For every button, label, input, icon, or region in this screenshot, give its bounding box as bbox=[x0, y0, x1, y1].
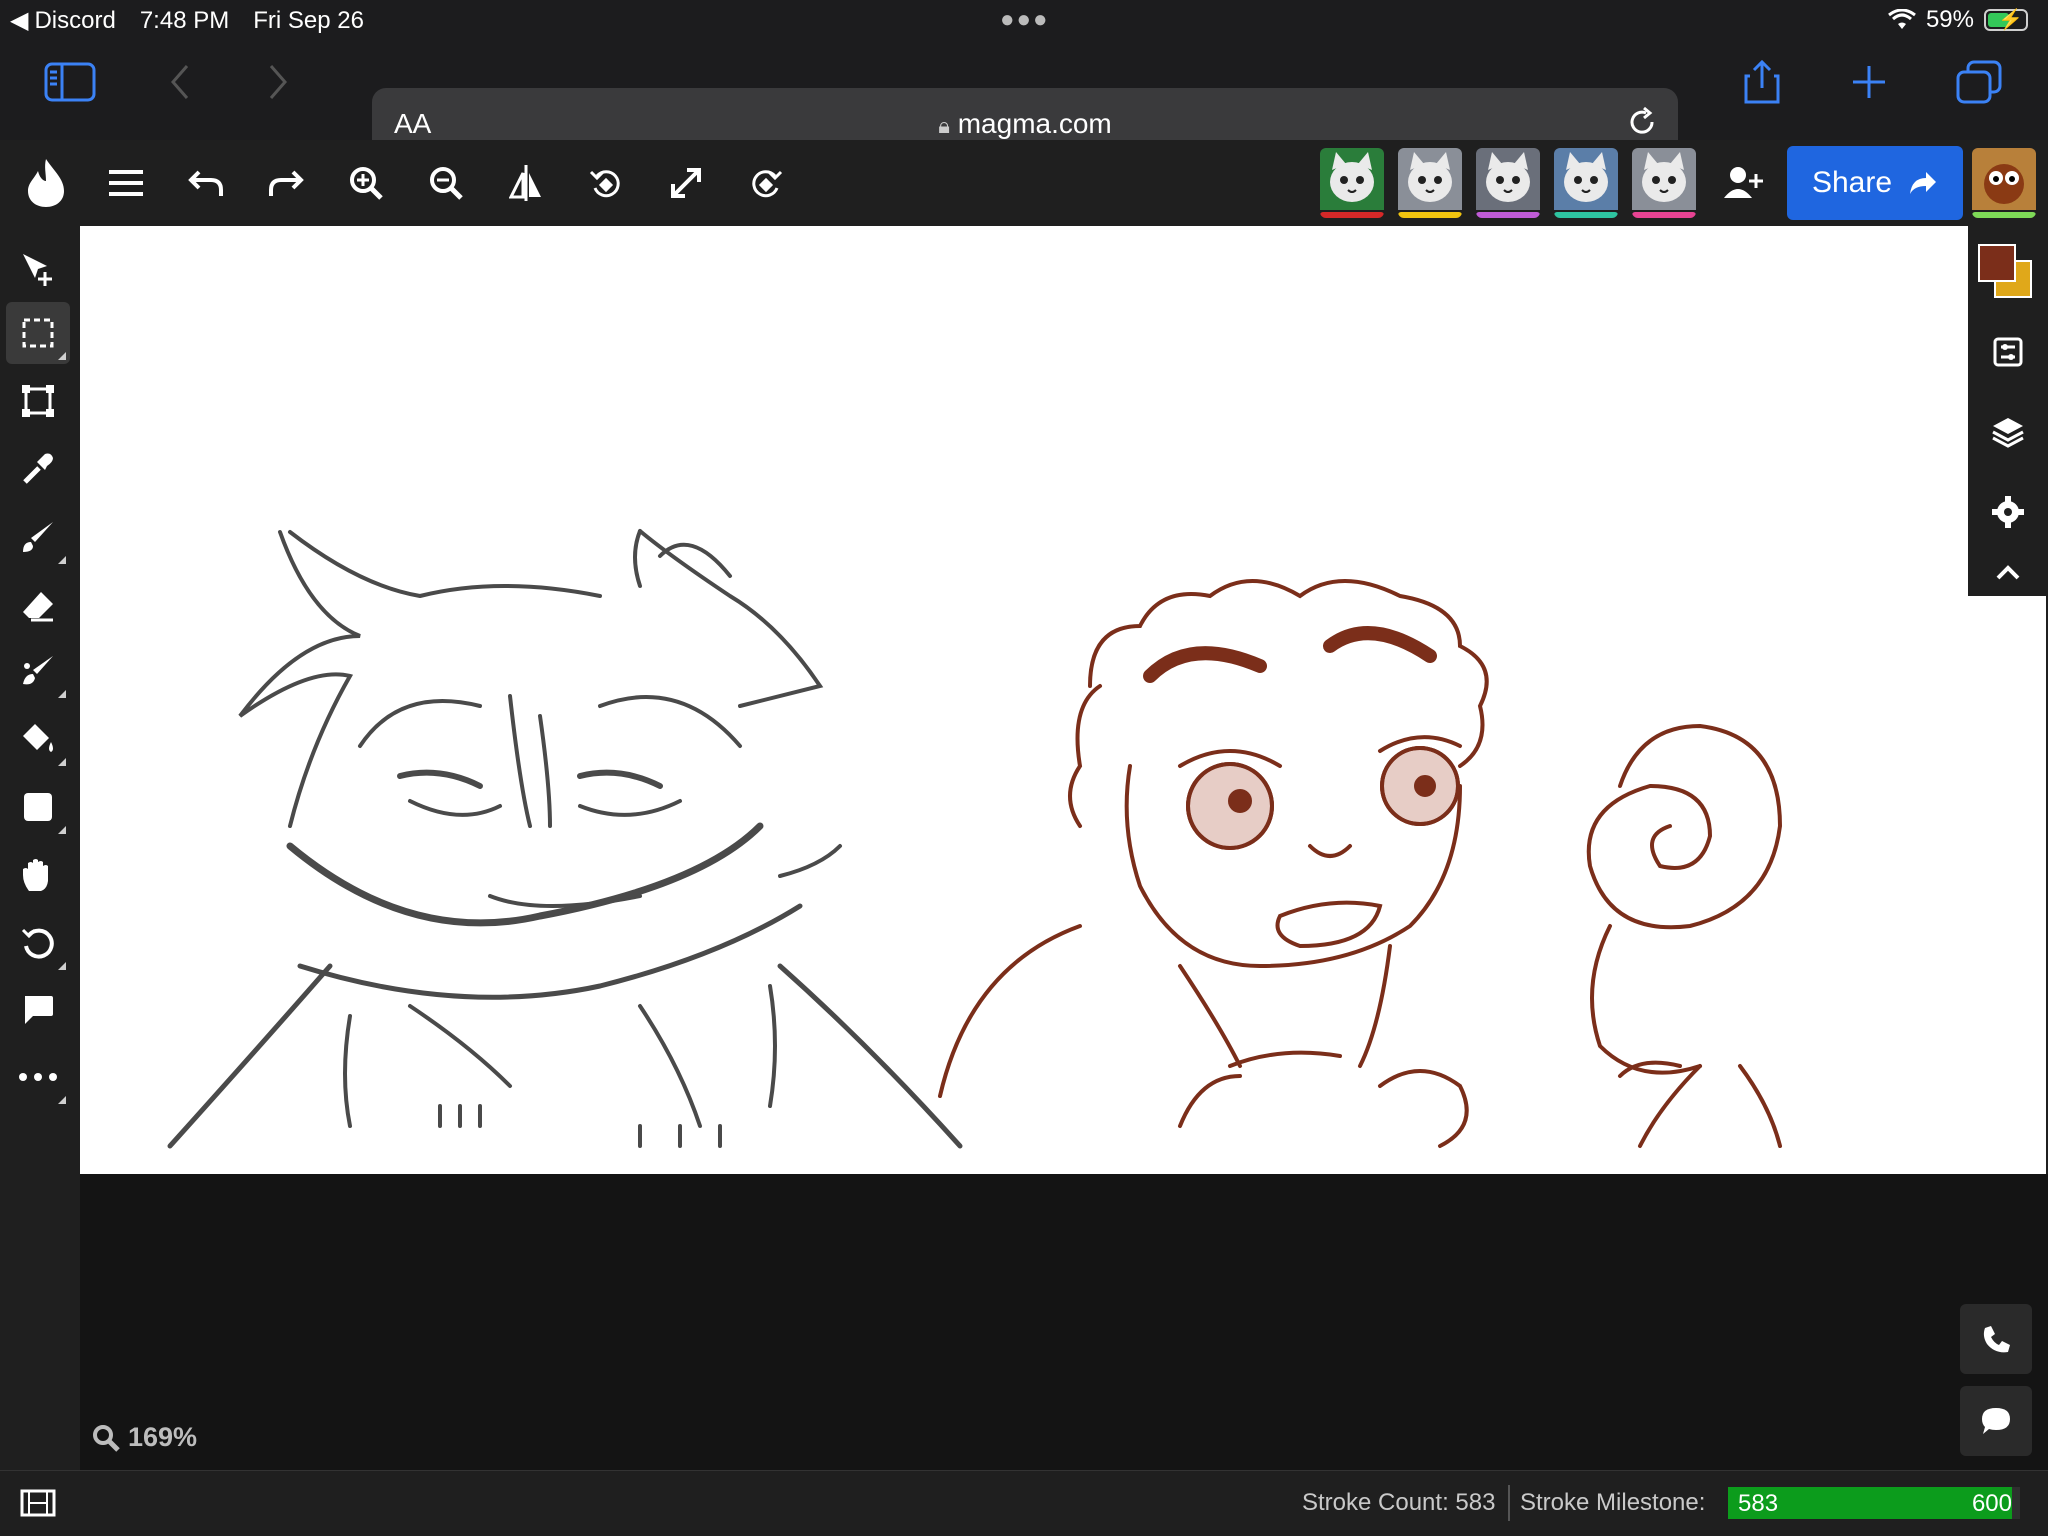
zoom-level[interactable]: 169% bbox=[92, 1422, 197, 1453]
move-tool-icon[interactable] bbox=[6, 238, 70, 300]
paint-bucket-tool-icon[interactable] bbox=[6, 708, 70, 770]
color-swatch[interactable] bbox=[1978, 244, 2034, 300]
history-tool-icon[interactable] bbox=[6, 912, 70, 974]
primary-color-swatch[interactable] bbox=[1978, 244, 2016, 282]
tabs-overview-icon[interactable] bbox=[1954, 60, 2004, 104]
my-avatar[interactable] bbox=[1972, 148, 2036, 218]
settings-gear-icon[interactable] bbox=[1978, 482, 2038, 542]
eyedropper-tool-icon[interactable] bbox=[6, 438, 70, 500]
divider bbox=[1508, 1485, 1510, 1521]
fit-screen-icon[interactable] bbox=[658, 158, 714, 208]
drawing-canvas[interactable] bbox=[80, 226, 2046, 1174]
avatar-1[interactable] bbox=[1320, 148, 1384, 218]
back-arrow-icon: ◀ bbox=[10, 7, 29, 34]
stroke-milestone-label: Stroke Milestone: bbox=[1520, 1489, 1706, 1516]
zoom-in-icon[interactable] bbox=[338, 158, 394, 208]
lock-icon: 🔒︎ bbox=[938, 113, 950, 138]
magma-toolbar: Share bbox=[0, 140, 2048, 226]
battery-icon: ⚡ bbox=[1984, 9, 2028, 31]
reload-icon[interactable] bbox=[1624, 104, 1660, 145]
avatar-4[interactable] bbox=[1554, 148, 1618, 218]
url-host: magma.com bbox=[957, 108, 1112, 139]
share-sheet-icon[interactable] bbox=[1740, 59, 1784, 104]
clock-date: Fri Sep 26 bbox=[253, 6, 364, 34]
wifi-icon bbox=[1888, 9, 1916, 29]
undo-icon[interactable] bbox=[178, 158, 234, 208]
brush-settings-icon[interactable] bbox=[1978, 322, 2038, 382]
back-app-label: Discord bbox=[34, 6, 116, 34]
magnifier-icon bbox=[93, 1424, 120, 1452]
bottom-status-bar: Stroke Count: 583 Stroke Milestone: 583 … bbox=[0, 1470, 2048, 1536]
canvas-backdrop bbox=[80, 1174, 2048, 1470]
clock-time: 7:48 PM bbox=[139, 6, 230, 34]
transform-tool-icon[interactable] bbox=[6, 370, 70, 432]
selection-tool-icon[interactable] bbox=[6, 302, 70, 364]
milestone-target: 600 bbox=[1971, 1490, 2012, 1517]
share-label: Share bbox=[1811, 166, 1893, 199]
back-icon[interactable] bbox=[160, 60, 200, 104]
collapse-panel-icon[interactable] bbox=[1978, 542, 2038, 602]
more-tools-icon[interactable] bbox=[6, 1046, 70, 1108]
chat-bubble-icon bbox=[1982, 1408, 2010, 1434]
flip-canvas-icon[interactable] bbox=[498, 158, 554, 208]
avatar-3[interactable] bbox=[1476, 148, 1540, 218]
share-arrow-icon bbox=[1910, 172, 1937, 194]
redo-icon[interactable] bbox=[258, 158, 314, 208]
forward-icon[interactable] bbox=[258, 60, 298, 104]
milestone-current: 583 bbox=[1738, 1490, 1779, 1517]
hand-tool-icon[interactable] bbox=[6, 844, 70, 906]
status-bar: ◀ Discord 7:48 PM Fri Sep 26 ●●● 59% ⚡ bbox=[0, 0, 2048, 40]
brush-tool-icon[interactable] bbox=[6, 506, 70, 568]
rotate-right-icon[interactable] bbox=[738, 158, 794, 208]
layers-icon[interactable] bbox=[1978, 402, 2038, 462]
new-tab-icon[interactable] bbox=[1846, 60, 1892, 104]
avatar-5[interactable] bbox=[1632, 148, 1696, 218]
tool-rail bbox=[0, 226, 78, 1536]
shape-tool-icon[interactable] bbox=[6, 776, 70, 838]
rotate-left-icon[interactable] bbox=[578, 158, 634, 208]
magma-logo-icon[interactable] bbox=[18, 158, 74, 208]
brown-character-sketch bbox=[938, 579, 1783, 1148]
share-button[interactable]: Share bbox=[1787, 146, 1963, 220]
sidebar-toggle-icon[interactable] bbox=[40, 60, 100, 104]
voice-call-button[interactable] bbox=[1960, 1304, 2032, 1374]
stroke-milestone-progress: 583 600 bbox=[1728, 1487, 2020, 1519]
battery-percent: 59% bbox=[1925, 6, 1974, 33]
phone-icon bbox=[1983, 1326, 2010, 1353]
smudge-tool-icon[interactable] bbox=[6, 640, 70, 702]
eraser-tool-icon[interactable] bbox=[6, 574, 70, 636]
zoom-label: 169% bbox=[128, 1422, 198, 1452]
avatar-2[interactable] bbox=[1398, 148, 1462, 218]
browser-toolbar: AA 🔒︎ magma.com bbox=[0, 40, 2048, 160]
menu-icon[interactable] bbox=[98, 158, 154, 208]
timelapse-film-icon[interactable] bbox=[20, 1489, 56, 1522]
invite-user-icon[interactable] bbox=[1716, 158, 1772, 208]
multitasking-dots-icon[interactable]: ●●● bbox=[1000, 6, 1050, 34]
chat-button[interactable] bbox=[1960, 1386, 2032, 1456]
stroke-count: Stroke Count: 583 bbox=[1302, 1489, 1496, 1516]
back-to-app-link[interactable]: ◀ Discord bbox=[10, 6, 116, 35]
comment-tool-icon[interactable] bbox=[6, 978, 70, 1040]
right-panel bbox=[1968, 226, 2048, 596]
grey-character-sketch bbox=[167, 529, 963, 1149]
zoom-out-icon[interactable] bbox=[418, 158, 474, 208]
